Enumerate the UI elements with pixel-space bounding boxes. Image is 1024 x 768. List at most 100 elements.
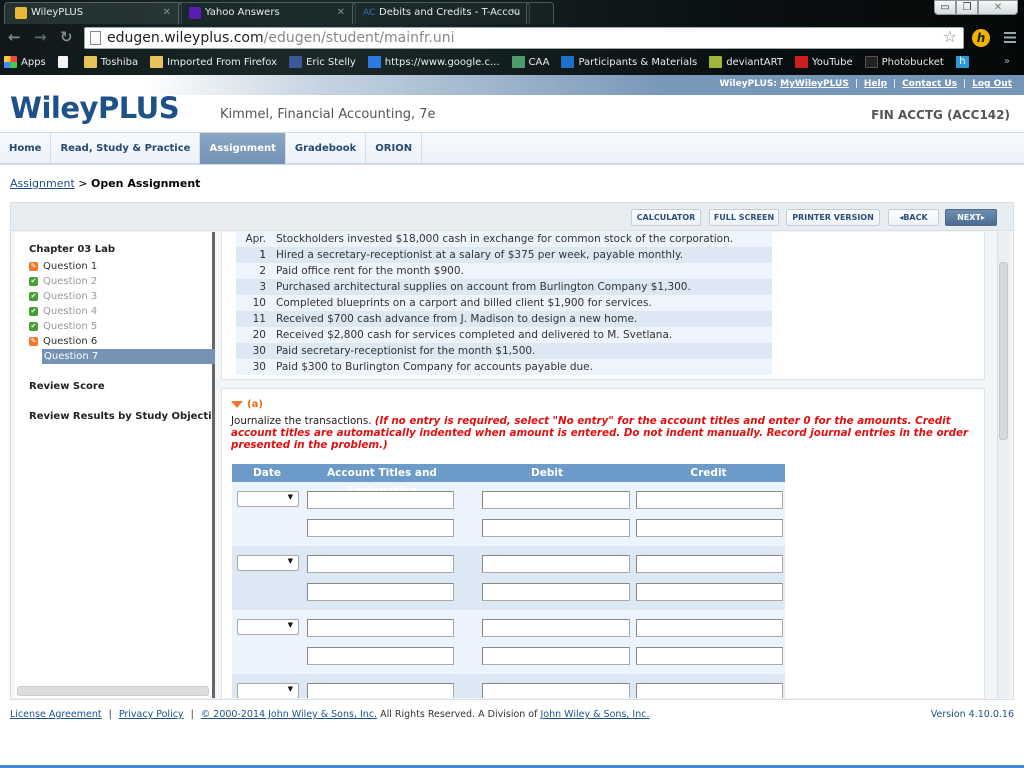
- log-out-link[interactable]: Log Out: [972, 79, 1012, 89]
- bookmark-caa[interactable]: CAA: [511, 56, 549, 68]
- part-toggle[interactable]: (a): [231, 399, 263, 410]
- transaction-row: 20 Received $2,800 cash for services comp…: [236, 327, 772, 343]
- credit-input[interactable]: [636, 519, 783, 537]
- bookmark-eric-stelly[interactable]: Eric Stelly: [289, 56, 356, 68]
- more-bookmarks-icon[interactable]: »: [1004, 56, 1010, 67]
- question-item[interactable]: ✔ Question 5: [29, 319, 215, 334]
- page-footer: License Agreement | Privacy Policy | © 2000-…: [10, 709, 1014, 720]
- bookmark-page[interactable]: [57, 56, 72, 68]
- sidebar-horizontal-scrollbar[interactable]: [17, 686, 209, 696]
- browser-tab[interactable]: WileyPLUS ✕: [4, 2, 182, 24]
- credit-input[interactable]: [636, 555, 783, 573]
- mywileyplus-link[interactable]: MyWileyPLUS: [780, 79, 849, 89]
- question-item[interactable]: ✎ Question 6: [29, 334, 215, 349]
- contact-us-link[interactable]: Contact Us: [902, 79, 957, 89]
- full-screen-button[interactable]: FULL SCREEN: [709, 209, 779, 226]
- debit-input[interactable]: [482, 519, 630, 537]
- photobucket-icon: [864, 56, 878, 68]
- calculator-button[interactable]: CALCULATOR: [631, 209, 701, 226]
- license-agreement-link[interactable]: License Agreement: [10, 709, 102, 720]
- honey-extension-icon[interactable]: h: [972, 29, 990, 47]
- bookmark-h[interactable]: h: [955, 56, 973, 68]
- account-input[interactable]: [307, 491, 454, 509]
- bookmark-label: Apps: [21, 56, 46, 68]
- review-score-link[interactable]: Review Score: [29, 381, 105, 392]
- debit-input[interactable]: [482, 647, 630, 665]
- nav-gradebook[interactable]: Gradebook: [286, 133, 367, 164]
- bookmark-participants[interactable]: Participants & Materials: [561, 56, 697, 68]
- bookmark-youtube[interactable]: YouTube: [794, 56, 853, 68]
- question-item[interactable]: ✔ Question 2: [29, 274, 215, 289]
- nav-assignment[interactable]: Assignment: [200, 133, 286, 164]
- browser-tab[interactable]: AC Debits and Credits - T-Accou ✕: [352, 2, 530, 24]
- question-label: Question 1: [43, 261, 98, 272]
- account-input[interactable]: [307, 647, 454, 665]
- question-item-selected[interactable]: Question 7: [42, 349, 215, 364]
- debit-input[interactable]: [482, 491, 630, 509]
- date-select[interactable]: [237, 555, 299, 571]
- breadcrumb-assignment-link[interactable]: Assignment: [10, 177, 75, 190]
- chrome-menu-icon[interactable]: [1004, 32, 1016, 43]
- bookmark-star-icon[interactable]: ☆: [943, 27, 957, 47]
- question-item[interactable]: ✔ Question 3: [29, 289, 215, 304]
- account-input[interactable]: [307, 683, 454, 698]
- wileyplus-logo[interactable]: WileyPLUS: [10, 91, 180, 125]
- question-item[interactable]: ✎ Question 1: [29, 259, 215, 274]
- close-tab-icon[interactable]: ✕: [337, 3, 345, 23]
- debit-input[interactable]: [482, 683, 630, 698]
- close-window-icon[interactable]: ✕: [978, 0, 1018, 15]
- transaction-row: Apr. 1 Stockholders invested $18,000 cash…: [236, 232, 772, 261]
- nav-orion[interactable]: ORION: [366, 133, 423, 164]
- bookmark-google[interactable]: https://www.google.c...: [367, 56, 500, 68]
- privacy-policy-link[interactable]: Privacy Policy: [119, 709, 184, 720]
- bookmark-photobucket[interactable]: Photobucket: [864, 56, 944, 68]
- credit-input[interactable]: [636, 583, 783, 601]
- content-vertical-scrollbar[interactable]: [997, 232, 1009, 698]
- scrollbar-thumb[interactable]: [999, 262, 1008, 440]
- minimize-icon[interactable]: ▭: [934, 0, 956, 15]
- date-select[interactable]: [237, 683, 299, 698]
- help-link[interactable]: Help: [864, 79, 887, 89]
- credit-input[interactable]: [636, 683, 783, 698]
- close-tab-icon[interactable]: ✕: [163, 3, 171, 23]
- debit-input[interactable]: [482, 583, 630, 601]
- bookmark-apps[interactable]: Apps: [4, 56, 46, 68]
- john-wiley-link[interactable]: John Wiley & Sons, Inc.: [541, 709, 650, 720]
- account-input[interactable]: [307, 619, 454, 637]
- nav-read-study-practice[interactable]: Read, Study & Practice: [51, 133, 201, 164]
- review-results-link[interactable]: Review Results by Study Objecti: [29, 411, 212, 422]
- transaction-date: 30: [252, 361, 266, 373]
- debit-input[interactable]: [482, 555, 630, 573]
- credit-input[interactable]: [636, 491, 783, 509]
- nav-home[interactable]: Home: [0, 133, 52, 164]
- account-input[interactable]: [307, 555, 454, 573]
- address-bar[interactable]: edugen.wileyplus.com/edugen/student/main…: [84, 27, 964, 49]
- col-account: Account Titles and Explanation: [327, 467, 437, 497]
- account-input[interactable]: [307, 583, 454, 601]
- credit-input[interactable]: [636, 647, 783, 665]
- close-tab-icon[interactable]: ✕: [511, 3, 519, 23]
- date-select[interactable]: [237, 619, 299, 635]
- bookmark-deviantart[interactable]: deviantART: [709, 56, 783, 68]
- question-item[interactable]: ✔ Question 4: [29, 304, 215, 319]
- transaction-text: Purchased architectural supplies on acco…: [276, 281, 691, 293]
- new-tab-button[interactable]: [526, 2, 554, 24]
- back-button[interactable]: ◂BACK: [888, 209, 939, 226]
- credit-input[interactable]: [636, 619, 783, 637]
- transaction-row: 30 Paid secretary-receptionist for the mo…: [236, 343, 772, 359]
- next-button[interactable]: NEXT▸: [945, 209, 997, 226]
- restore-icon[interactable]: ❐: [956, 0, 978, 15]
- date-select[interactable]: [237, 491, 299, 507]
- forward-arrow-icon[interactable]: →: [34, 28, 47, 46]
- reload-icon[interactable]: ↻: [60, 28, 73, 46]
- bookmark-imported-firefox[interactable]: Imported From Firefox: [150, 56, 277, 68]
- copyright-link[interactable]: © 2000-2014 John Wiley & Sons, Inc.: [201, 709, 377, 720]
- bookmark-toshiba[interactable]: Toshiba: [83, 56, 138, 68]
- journal-header: Date Account Titles and Explanation Debi…: [232, 464, 785, 497]
- account-input[interactable]: [307, 519, 454, 537]
- printer-version-button[interactable]: PRINTER VERSION: [786, 209, 880, 226]
- browser-tab[interactable]: Yahoo Answers ✕: [178, 2, 356, 24]
- course-code: FIN ACCTG (ACC142): [871, 108, 1010, 122]
- back-arrow-icon[interactable]: ←: [8, 28, 21, 46]
- debit-input[interactable]: [482, 619, 630, 637]
